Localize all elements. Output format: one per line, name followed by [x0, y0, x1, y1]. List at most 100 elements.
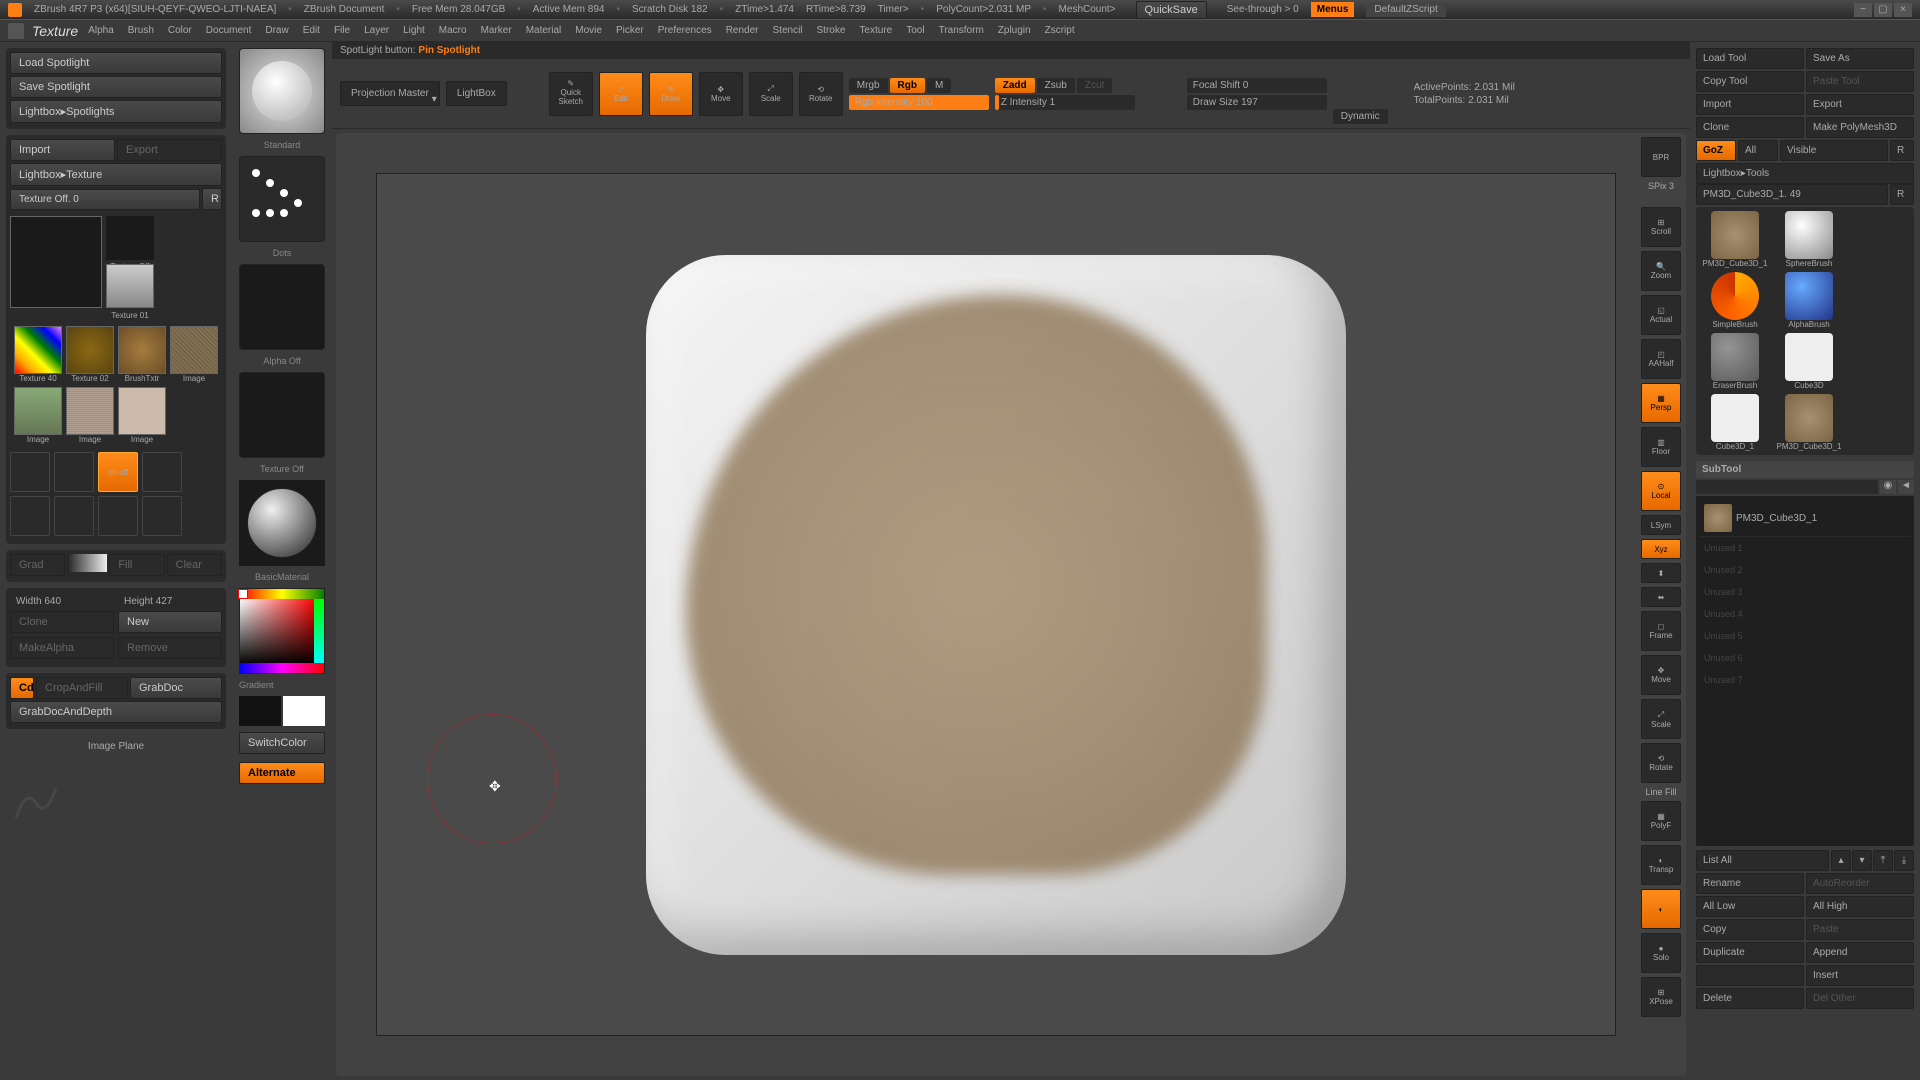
sub-bottom-icon[interactable]: ⤓: [1894, 850, 1914, 871]
rgb-intensity-slider[interactable]: Rgb Intensity 100: [849, 95, 989, 110]
del-other-button[interactable]: Del Other: [1806, 988, 1914, 1009]
tool-spherebrush[interactable]: [1785, 211, 1833, 259]
lightbox-texture-button[interactable]: Lightbox▸Texture: [10, 163, 222, 186]
remove-button[interactable]: Remove: [118, 637, 222, 659]
texture-preview[interactable]: [239, 372, 325, 458]
close-button[interactable]: ×: [1894, 3, 1912, 17]
width-slider[interactable]: Width 640: [10, 594, 114, 609]
image-swatch-2[interactable]: [14, 387, 62, 435]
frame-button[interactable]: ◻Frame: [1641, 611, 1681, 651]
zadd-button[interactable]: Zadd: [995, 78, 1035, 93]
xpose-button[interactable]: ⊞XPose: [1641, 977, 1681, 1017]
menu-edit[interactable]: Edit: [297, 23, 326, 38]
menu-marker[interactable]: Marker: [475, 23, 518, 38]
maximize-button[interactable]: ▢: [1874, 3, 1892, 17]
move-canvas-button[interactable]: ✥Move: [1641, 655, 1681, 695]
tool-pm3dcube[interactable]: [1785, 394, 1833, 442]
current-tool-name[interactable]: PM3D_Cube3D_1. 49: [1696, 184, 1888, 205]
copy-tool-button[interactable]: Copy Tool: [1696, 71, 1804, 92]
spotlight-icon-4[interactable]: [142, 452, 182, 492]
menu-stroke[interactable]: Stroke: [811, 23, 852, 38]
height-slider[interactable]: Height 427: [118, 594, 222, 609]
all-low-button[interactable]: All Low: [1696, 896, 1804, 917]
rename-button[interactable]: Rename: [1696, 873, 1804, 894]
sub-top-icon[interactable]: ⤒: [1873, 850, 1893, 871]
invert-icon[interactable]: [142, 496, 182, 536]
persp-button[interactable]: ▦Persp: [1641, 383, 1681, 423]
stroke-preview[interactable]: [239, 156, 325, 242]
all-high-button[interactable]: All High: [1806, 896, 1914, 917]
image-swatch-4[interactable]: [118, 387, 166, 435]
r-button[interactable]: R: [202, 188, 222, 210]
list-all-button[interactable]: List All: [1696, 850, 1829, 871]
menu-material[interactable]: Material: [520, 23, 568, 38]
menu-texture[interactable]: Texture: [853, 23, 898, 38]
menu-macro[interactable]: Macro: [433, 23, 473, 38]
subtool-arrow-icon[interactable]: ◄: [1898, 480, 1914, 494]
image-swatch-1[interactable]: [170, 326, 218, 374]
flip-v-icon[interactable]: [98, 496, 138, 536]
copy-sub-button[interactable]: Copy: [1696, 919, 1804, 940]
clone-tool-button[interactable]: Clone: [1696, 117, 1804, 138]
goz-all-button[interactable]: All: [1738, 140, 1778, 161]
menu-draw[interactable]: Draw: [259, 23, 294, 38]
tool-cube3d-2[interactable]: [1711, 394, 1759, 442]
menu-tool[interactable]: Tool: [900, 23, 930, 38]
rgb-button[interactable]: Rgb: [890, 78, 925, 93]
rotate-canvas-button[interactable]: ⟲Rotate: [1641, 743, 1681, 783]
quicksketch-button[interactable]: ✎Quick Sketch: [549, 72, 593, 116]
projection-master-button[interactable]: Projection Master▾: [340, 81, 440, 106]
floor-button[interactable]: ▥Floor: [1641, 427, 1681, 467]
draw-size-slider[interactable]: Draw Size 197: [1187, 95, 1327, 110]
export-button[interactable]: Export: [117, 139, 222, 161]
bpr-button[interactable]: BPR: [1641, 137, 1681, 177]
polyf-button[interactable]: ▦PolyF: [1641, 801, 1681, 841]
import-button[interactable]: Import: [10, 139, 115, 161]
z-intensity-slider[interactable]: Z Intensity 1: [995, 95, 1135, 110]
make-polymesh-button[interactable]: Make PolyMesh3D: [1806, 117, 1914, 138]
menu-render[interactable]: Render: [720, 23, 765, 38]
mrgb-button[interactable]: Mrgb: [849, 78, 888, 93]
lightbox-spotlights-button[interactable]: Lightbox▸Spotlights: [10, 100, 222, 123]
alpha-preview[interactable]: [239, 264, 325, 350]
transp-button[interactable]: ◐Transp: [1641, 845, 1681, 885]
brush-preview[interactable]: [239, 48, 325, 134]
sub-down-icon[interactable]: ▾: [1852, 850, 1872, 871]
menu-transform[interactable]: Transform: [933, 23, 990, 38]
subtool-slider[interactable]: [1696, 480, 1878, 494]
canvas[interactable]: ✥: [376, 173, 1616, 1036]
cropandfill-button[interactable]: CropAndFill: [36, 677, 128, 699]
fill-button[interactable]: Fill: [109, 554, 164, 576]
gradient-label[interactable]: Gradient: [239, 680, 325, 690]
subtool-eye-icon[interactable]: ◉: [1880, 480, 1896, 494]
load-spotlight-button[interactable]: Load Spotlight: [10, 52, 222, 74]
menu-picker[interactable]: Picker: [610, 23, 650, 38]
grabdoc-button[interactable]: GrabDoc: [130, 677, 222, 699]
texture-off-swatch[interactable]: Texture Off: [106, 216, 154, 260]
scale-button[interactable]: ⤢Scale: [749, 72, 793, 116]
scroll-button[interactable]: ⊞Scroll: [1641, 207, 1681, 247]
import-tool-button[interactable]: Import: [1696, 94, 1804, 115]
menu-layer[interactable]: Layer: [358, 23, 395, 38]
new-button[interactable]: New: [118, 611, 222, 633]
texture-40-swatch[interactable]: [14, 326, 62, 374]
menu-document[interactable]: Document: [200, 23, 258, 38]
subtool-header[interactable]: SubTool: [1696, 461, 1914, 478]
rotate-ccw-icon[interactable]: [10, 496, 50, 536]
xyz-button[interactable]: Xyz: [1641, 539, 1681, 559]
texture-large-preview[interactable]: [10, 216, 102, 308]
draw-button[interactable]: ✎Draw: [649, 72, 693, 116]
menu-zscript[interactable]: Zscript: [1039, 23, 1081, 38]
spotlight-onoff-button[interactable]: on off: [98, 452, 138, 492]
save-spotlight-button[interactable]: Save Spotlight: [10, 76, 222, 98]
palette-dock-icon[interactable]: [8, 23, 24, 39]
texture-01-swatch[interactable]: Texture 01: [106, 264, 154, 308]
ghost-button[interactable]: ◐: [1641, 889, 1681, 929]
color-picker[interactable]: [239, 588, 325, 674]
alternate-button[interactable]: Alternate: [239, 762, 325, 784]
zcut-button[interactable]: Zcut: [1077, 78, 1112, 93]
tool-simplebrush[interactable]: [1711, 272, 1759, 320]
tool-cube3d[interactable]: [1711, 211, 1759, 259]
tool-alphabrush[interactable]: [1785, 272, 1833, 320]
aahalf-button[interactable]: ◰AAHalf: [1641, 339, 1681, 379]
